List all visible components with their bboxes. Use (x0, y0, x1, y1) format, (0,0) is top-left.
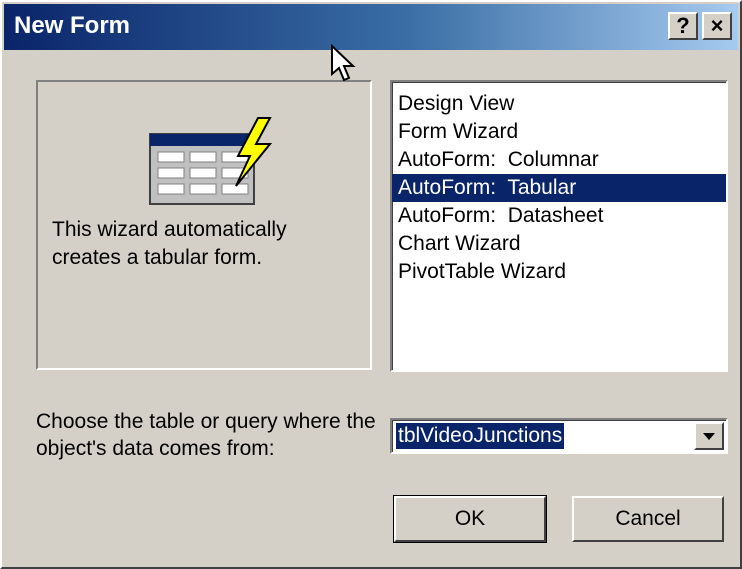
source-table-value[interactable]: tblVideoJunctions (394, 422, 566, 450)
source-table-combobox[interactable]: tblVideoJunctions (390, 418, 728, 454)
help-button[interactable]: ? (668, 12, 698, 40)
tabular-form-wizard-icon (149, 117, 273, 205)
ok-button[interactable]: OK (393, 495, 547, 543)
wizard-description: This wizard automatically creates a tabu… (52, 218, 287, 269)
close-button[interactable]: × (702, 12, 732, 40)
new-form-dialog: New Form ? × This wizard automatically c… (0, 0, 742, 569)
wizard-preview-panel: This wizard automatically creates a tabu… (36, 80, 372, 370)
window-title: New Form (14, 12, 131, 39)
source-prompt-label: Choose the table or query where the obje… (36, 410, 376, 460)
list-item-pivottable-wizard[interactable]: PivotTable Wizard (392, 258, 726, 286)
dropdown-arrow-button[interactable] (694, 422, 724, 450)
title-bar[interactable]: New Form ? × (4, 4, 738, 50)
cancel-button[interactable]: Cancel (572, 496, 724, 542)
form-type-listbox[interactable]: Design View Form Wizard AutoForm: Column… (390, 80, 728, 372)
list-item-form-wizard[interactable]: Form Wizard (392, 118, 726, 146)
chevron-down-icon (703, 433, 715, 440)
list-item-autoform-datasheet[interactable]: AutoForm: Datasheet (392, 202, 726, 230)
list-item-design-view[interactable]: Design View (392, 90, 726, 118)
mouse-pointer-icon (331, 44, 356, 82)
list-item-chart-wizard[interactable]: Chart Wizard (392, 230, 726, 258)
list-item-autoform-columnar[interactable]: AutoForm: Columnar (392, 146, 726, 174)
list-item-autoform-tabular[interactable]: AutoForm: Tabular (392, 174, 726, 202)
